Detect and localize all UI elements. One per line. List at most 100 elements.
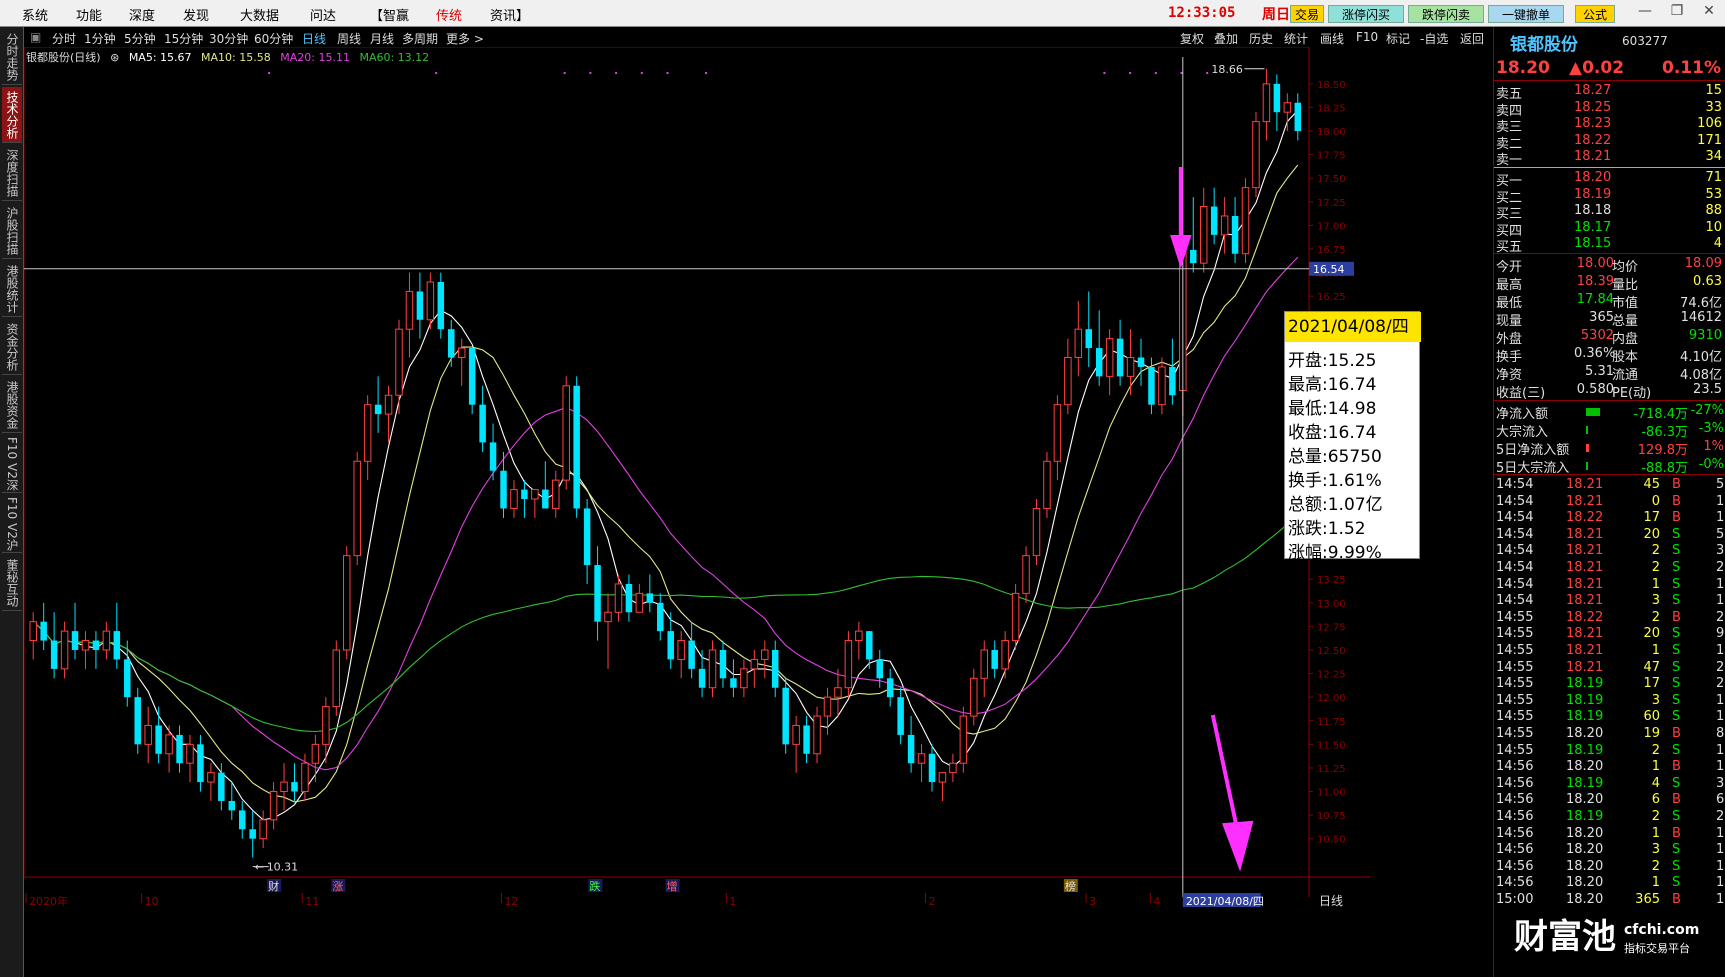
tab-fund-analysis[interactable]: 资金分析 — [2, 319, 22, 375]
tool-watchlist[interactable]: -自选 — [1420, 30, 1448, 47]
period-fenshi[interactable]: 分时 — [52, 30, 76, 47]
period-1min[interactable]: 1分钟 — [84, 30, 116, 47]
candle-body-up — [938, 772, 947, 783]
tooltip-volume: 总量:65750 — [1288, 447, 1382, 467]
menu-bigdata[interactable]: 大数据 — [240, 5, 279, 24]
ask-row: 卖一 18.21 34 — [1494, 149, 1725, 168]
flow-pct: -0% — [1698, 457, 1724, 472]
tool-f10[interactable]: F10 — [1356, 30, 1378, 44]
tool-back[interactable]: 返回 — [1460, 30, 1484, 47]
candle-body-down — [1148, 366, 1155, 405]
candle-body-up — [959, 715, 968, 764]
tab-deep-scan[interactable]: 深度扫描 — [2, 145, 22, 201]
tick-price: 18.19 — [1566, 742, 1604, 758]
tick-count: 5 — [1716, 477, 1725, 492]
candle-body-up — [1252, 121, 1260, 189]
ask-volume: 34 — [1705, 149, 1722, 164]
ma60-line — [32, 515, 1299, 733]
tick-price: 18.20 — [1566, 825, 1604, 841]
limit-up-buy-button[interactable]: 涨停闪买 — [1328, 5, 1404, 23]
kline-chart[interactable]: 18.50 18.25 18.00 17.75 17.50 17.25 17.00 16.75… — [24, 47, 1493, 977]
candle-body-up — [144, 724, 152, 745]
tick-side: S — [1672, 543, 1681, 559]
tick-count: 3 — [1716, 775, 1725, 791]
tick-volume: 4 — [1651, 775, 1660, 791]
close-icon[interactable]: ✕ — [1696, 3, 1722, 23]
tick-time: 14:56 — [1496, 759, 1534, 775]
tick-price: 18.20 — [1566, 892, 1604, 907]
candle-body-down — [500, 470, 507, 509]
candle-body-down — [521, 489, 528, 500]
tool-overlay[interactable]: 叠加 — [1214, 30, 1238, 47]
menu-traditional[interactable]: 传统 — [436, 5, 462, 24]
candle-body-down — [1095, 348, 1103, 377]
minimize-icon[interactable]: — — [1632, 3, 1658, 23]
candle-body-down — [489, 442, 497, 471]
tick-time: 14:54 — [1496, 526, 1534, 542]
formula-button[interactable]: 公式 — [1575, 5, 1615, 23]
ask-label: 卖一 — [1496, 153, 1523, 168]
cancel-all-button[interactable]: 一键撤单 — [1488, 5, 1564, 23]
tool-stats[interactable]: 统计 — [1284, 30, 1308, 47]
period-15min[interactable]: 15分钟 — [164, 30, 203, 47]
tick-price: 18.20 — [1566, 726, 1604, 741]
divider — [1494, 474, 1725, 475]
menu-function[interactable]: 功能 — [76, 5, 102, 24]
menu-news[interactable]: 资讯】 — [490, 5, 529, 24]
period-multi[interactable]: 多周期 — [402, 30, 438, 47]
tool-fuquan[interactable]: 复权 — [1180, 30, 1204, 47]
period-daily[interactable]: 日线 — [302, 30, 326, 47]
limit-down-sell-button[interactable]: 跌停闪卖 — [1408, 5, 1484, 23]
candle-body-down — [291, 782, 298, 792]
stat-value: 0.36% — [1574, 346, 1616, 361]
tick-side: S — [1672, 842, 1681, 858]
tick-time: 15:00 — [1496, 892, 1534, 907]
maximize-icon[interactable]: ❐ — [1664, 3, 1690, 23]
tick-row: 14:56 18.20 1 B 1 — [1494, 759, 1725, 777]
tool-history[interactable]: 历史 — [1249, 30, 1273, 47]
candle-body-down — [437, 282, 445, 330]
trade-button[interactable]: 交易 — [1290, 5, 1324, 23]
period-60min[interactable]: 60分钟 — [254, 30, 293, 47]
signal-dot — [1103, 72, 1106, 74]
tool-draw[interactable]: 画线 — [1320, 30, 1344, 47]
tab-secretary[interactable]: 董秘互动 — [2, 555, 22, 611]
tick-row: 14:55 18.20 19 B 8 — [1494, 726, 1725, 744]
candle-body-up — [761, 649, 769, 660]
period-monthly[interactable]: 月线 — [370, 30, 394, 47]
tick-side: B — [1672, 609, 1681, 625]
y-tick-label: 10.50 — [1317, 835, 1346, 846]
tab-f10-sz[interactable]: F10 V2深 — [2, 435, 22, 493]
candle-body-up — [562, 385, 570, 481]
tab-hk-fund[interactable]: 港股资金 — [2, 377, 22, 433]
y-tick-label: 11.50 — [1317, 740, 1346, 751]
menu-zhiying[interactable]: 【智赢 — [370, 5, 409, 24]
tab-hk-stats[interactable]: 港股统计 — [2, 261, 22, 317]
period-5min[interactable]: 5分钟 — [124, 30, 156, 47]
tab-intraday[interactable]: 分时走势 — [2, 29, 22, 85]
tick-count: 3 — [1716, 543, 1725, 559]
flow-row: 净流入额 -718.4万 -27% — [1494, 403, 1725, 422]
menu-system[interactable]: 系统 — [22, 5, 48, 24]
tick-count: 8 — [1716, 726, 1725, 741]
stat-row: 外盘 5302 内盘 9310 — [1494, 328, 1725, 347]
candle-body-up — [1053, 404, 1062, 462]
y-tick-label: 12.75 — [1317, 622, 1346, 633]
menu-depth[interactable]: 深度 — [129, 5, 155, 24]
tick-side: S — [1672, 526, 1681, 542]
tab-technical[interactable]: 技术分析 — [2, 87, 22, 143]
tab-f10-sh[interactable]: F10 V2沪 — [2, 495, 22, 553]
signal-dot — [1129, 72, 1132, 74]
period-30min[interactable]: 30分钟 — [209, 30, 248, 47]
tool-mark[interactable]: 标记 — [1386, 30, 1410, 47]
candle-body-down — [1085, 329, 1092, 349]
menu-wenda[interactable]: 问达 — [310, 5, 336, 24]
candle-body-up — [1283, 102, 1292, 113]
period-weekly[interactable]: 周线 — [337, 30, 361, 47]
candle-body-up — [343, 555, 351, 651]
candle-body-down — [1294, 102, 1302, 132]
period-more[interactable]: 更多 > — [446, 30, 484, 47]
panel-toggle-icon[interactable]: ▣ — [30, 30, 41, 44]
tab-sh-scan[interactable]: 沪股扫描 — [2, 203, 22, 259]
menu-discover[interactable]: 发现 — [183, 5, 209, 24]
